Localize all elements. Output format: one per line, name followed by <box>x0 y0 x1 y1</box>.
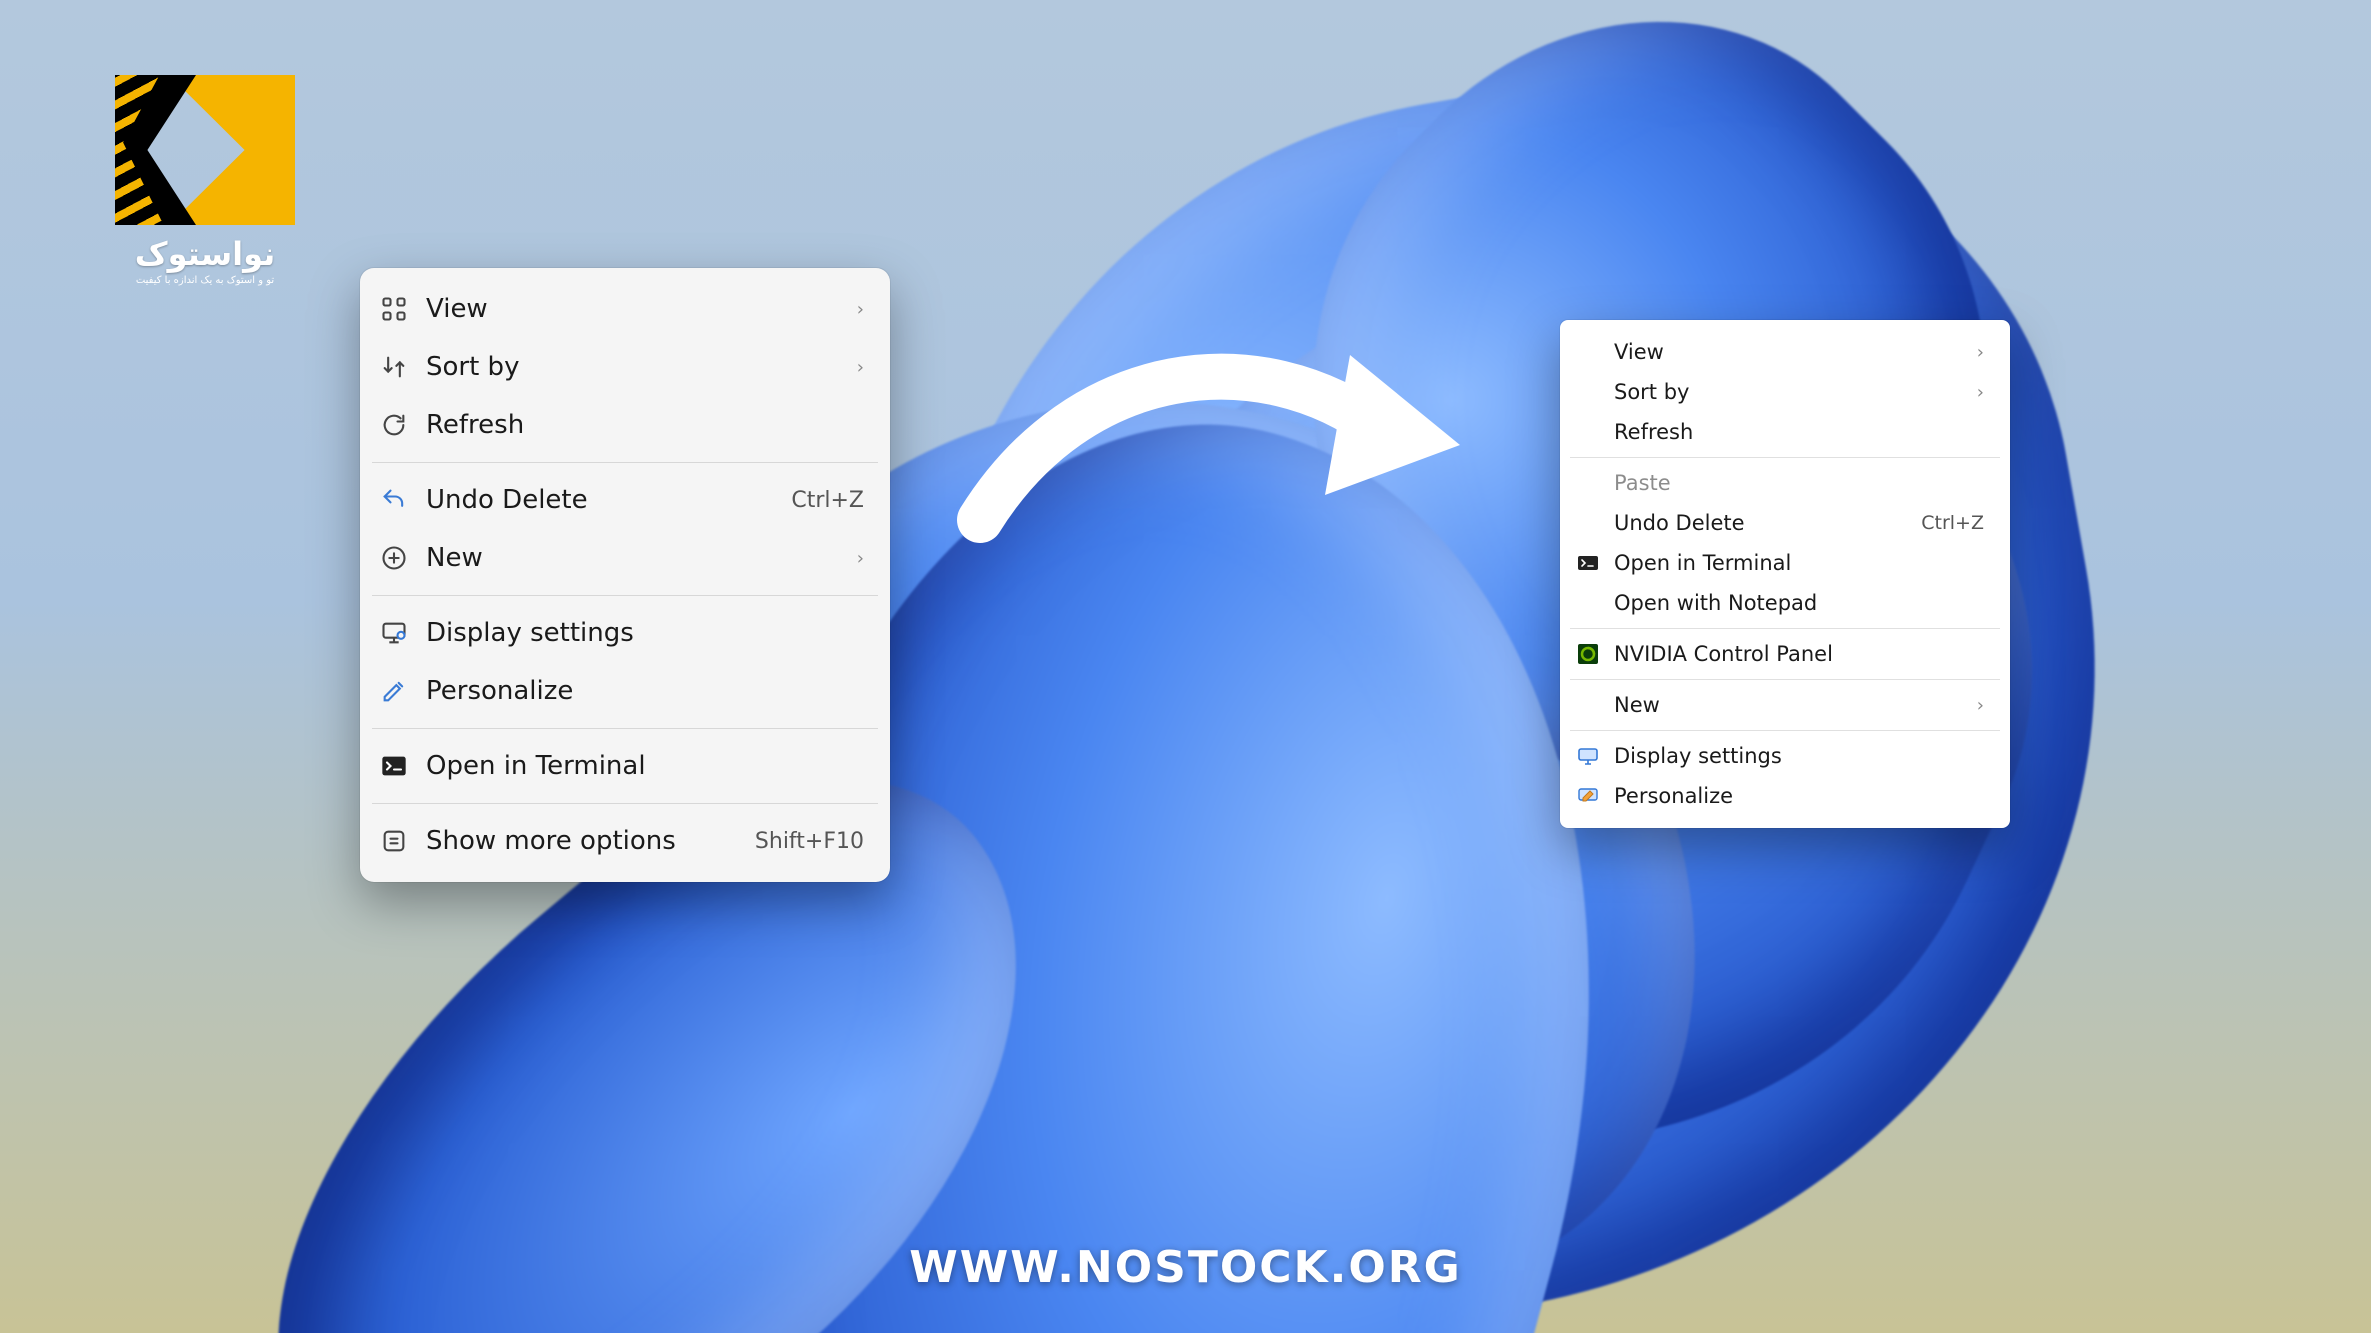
blank-icon <box>1576 340 1600 364</box>
menu-item-label: Open in Terminal <box>1614 551 1984 575</box>
blank-icon <box>1576 591 1600 615</box>
menu-separator <box>372 728 878 729</box>
menu-item-new[interactable]: New › <box>1568 685 2002 725</box>
menu-item-label: Refresh <box>1614 420 1984 444</box>
nvidia-icon <box>1576 642 1600 666</box>
menu-item-undo-delete[interactable]: Undo Delete Ctrl+Z <box>368 471 882 529</box>
menu-item-label: Paste <box>1614 471 1984 495</box>
menu-item-personalize[interactable]: Personalize <box>1568 776 2002 816</box>
menu-item-shortcut: Shift+F10 <box>755 829 864 854</box>
footer-url: WWW.NOSTOCK.ORG <box>0 1242 2371 1293</box>
plus-circle-icon <box>380 544 408 572</box>
sort-icon <box>380 353 408 381</box>
menu-item-personalize[interactable]: Personalize <box>368 662 882 720</box>
brand-logo-title: نواستوک <box>110 235 300 273</box>
personalize-icon <box>1576 784 1600 808</box>
chevron-right-icon: › <box>1977 342 1984 363</box>
chevron-right-icon: › <box>857 548 864 569</box>
menu-separator <box>372 595 878 596</box>
chevron-right-icon: › <box>1977 695 1984 716</box>
menu-separator <box>372 462 878 463</box>
menu-item-view[interactable]: View › <box>368 280 882 338</box>
brand-logo-subtitle: تو و استوک به یک اندازه با کیفیت <box>110 275 300 286</box>
menu-item-label: Open with Notepad <box>1614 591 1984 615</box>
menu-item-label: Sort by <box>426 352 814 382</box>
desktop-background: نواستوک تو و استوک به یک اندازه با کیفیت… <box>0 0 2371 1333</box>
menu-separator <box>1570 457 2000 458</box>
terminal-icon <box>1576 551 1600 575</box>
menu-item-label: Undo Delete <box>1614 511 1877 535</box>
menu-separator <box>1570 628 2000 629</box>
more-options-icon <box>380 827 408 855</box>
menu-item-show-more-options[interactable]: Show more options Shift+F10 <box>368 812 882 870</box>
menu-item-open-terminal[interactable]: Open in Terminal <box>368 737 882 795</box>
menu-item-label: Display settings <box>1614 744 1984 768</box>
menu-item-label: Sort by <box>1614 380 1938 404</box>
blank-icon <box>1576 380 1600 404</box>
menu-item-label: Personalize <box>1614 784 1984 808</box>
menu-item-refresh[interactable]: Refresh <box>1568 412 2002 452</box>
brand-logo-mark <box>115 75 295 225</box>
paintbrush-icon <box>380 677 408 705</box>
menu-item-open-terminal[interactable]: Open in Terminal <box>1568 543 2002 583</box>
undo-icon <box>380 486 408 514</box>
chevron-right-icon: › <box>857 357 864 378</box>
menu-item-label: Show more options <box>426 826 707 856</box>
menu-item-label: Refresh <box>426 410 864 440</box>
context-menu-classic: View › Sort by › Refresh Paste Undo Dele… <box>1560 320 2010 828</box>
blank-icon <box>1576 693 1600 717</box>
menu-separator <box>1570 730 2000 731</box>
menu-item-shortcut: Ctrl+Z <box>791 488 864 513</box>
menu-item-label: NVIDIA Control Panel <box>1614 642 1984 666</box>
menu-item-refresh[interactable]: Refresh <box>368 396 882 454</box>
refresh-icon <box>380 411 408 439</box>
chevron-right-icon: › <box>857 299 864 320</box>
menu-item-view[interactable]: View › <box>1568 332 2002 372</box>
menu-item-open-notepad[interactable]: Open with Notepad <box>1568 583 2002 623</box>
context-menu-compact: View › Sort by › Refresh <box>360 268 890 882</box>
menu-item-new[interactable]: New › <box>368 529 882 587</box>
menu-separator <box>372 803 878 804</box>
chevron-right-icon: › <box>1977 382 1984 403</box>
grid-icon <box>380 295 408 323</box>
menu-item-undo-delete[interactable]: Undo Delete Ctrl+Z <box>1568 503 2002 543</box>
blank-icon <box>1576 471 1600 495</box>
menu-item-nvidia-control-panel[interactable]: NVIDIA Control Panel <box>1568 634 2002 674</box>
menu-item-sort-by[interactable]: Sort by › <box>368 338 882 396</box>
menu-separator <box>1570 679 2000 680</box>
menu-item-label: View <box>426 294 814 324</box>
blank-icon <box>1576 511 1600 535</box>
menu-item-label: Undo Delete <box>426 485 743 515</box>
menu-item-label: New <box>1614 693 1938 717</box>
menu-item-label: New <box>426 543 814 573</box>
menu-item-display-settings[interactable]: Display settings <box>1568 736 2002 776</box>
monitor-icon <box>1576 744 1600 768</box>
menu-item-label: Display settings <box>426 618 864 648</box>
blank-icon <box>1576 420 1600 444</box>
menu-item-sort-by[interactable]: Sort by › <box>1568 372 2002 412</box>
menu-item-label: View <box>1614 340 1938 364</box>
menu-item-paste: Paste <box>1568 463 2002 503</box>
menu-item-label: Personalize <box>426 676 864 706</box>
menu-item-display-settings[interactable]: Display settings <box>368 604 882 662</box>
monitor-icon <box>380 619 408 647</box>
terminal-icon <box>380 752 408 780</box>
menu-item-shortcut: Ctrl+Z <box>1921 512 1984 534</box>
brand-logo: نواستوک تو و استوک به یک اندازه با کیفیت <box>110 75 300 286</box>
menu-item-label: Open in Terminal <box>426 751 864 781</box>
